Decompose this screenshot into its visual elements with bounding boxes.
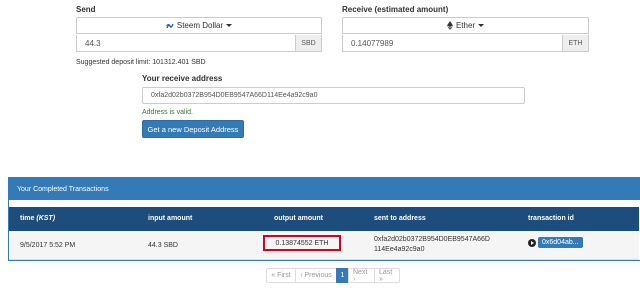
transaction-id-button[interactable]: 0x6d04ab... — [528, 237, 583, 248]
send-currency-name: Steem Dollar — [176, 21, 224, 30]
send-currency-dropdown[interactable]: Steem Dollar — [76, 17, 322, 34]
receive-currency-dropdown[interactable]: Ether — [342, 17, 589, 34]
steem-icon — [166, 22, 174, 30]
receive-address-label: Your receive address — [142, 74, 223, 83]
column-header-input: input amount — [148, 215, 193, 222]
pagination-last[interactable]: Last » — [374, 268, 400, 283]
panel-title: Your Completed Transactions — [9, 178, 640, 200]
pagination-next[interactable]: Next › — [348, 268, 375, 283]
column-header-output: output amount — [274, 215, 323, 222]
pagination-previous[interactable]: ‹ Previous — [295, 268, 337, 283]
column-header-address: sent to address — [374, 215, 426, 222]
chevron-down-icon — [226, 24, 233, 27]
play-circle-icon — [528, 238, 536, 247]
chevron-down-icon — [478, 24, 485, 27]
address-valid-text: Address is valid. — [142, 109, 193, 116]
pagination-first[interactable]: « First — [266, 268, 296, 283]
send-label: Send — [76, 5, 96, 14]
row-output-amount: 0.13874552 ETH — [263, 235, 341, 251]
new-deposit-address-button[interactable]: Get a new Deposit Address — [142, 120, 244, 138]
row-address-line2: 114Ee4a92c9a0 — [374, 246, 425, 253]
column-header-txid: transaction id — [528, 215, 574, 222]
transaction-id-link[interactable]: 0x6d04ab... — [538, 237, 583, 248]
receive-amount-input[interactable]: 0.14077989 — [343, 35, 562, 51]
send-unit-addon: SBD — [295, 35, 321, 51]
row-address-line1: 0xfa2d02b0372B954D0EB9547A66D — [374, 236, 490, 243]
receive-amount-group: 0.14077989 ETH — [342, 35, 589, 52]
ether-icon — [446, 21, 453, 30]
table-header: time (KST) input amount output amount se… — [9, 207, 639, 231]
receive-address-input[interactable]: 0xfa2d02b0372B954D0EB9547A66D114Ee4a92c9… — [142, 87, 525, 104]
transactions-table: time (KST) input amount output amount se… — [9, 207, 639, 260]
column-header-time: time (KST) — [20, 215, 56, 222]
receive-currency-name: Ether — [455, 21, 476, 30]
send-amount-input[interactable]: 44.3 — [77, 35, 295, 51]
deposit-limit-text: Suggested deposit limit: 101312.401 SBD — [76, 59, 206, 66]
receive-unit-addon: ETH — [562, 35, 588, 51]
row-input-amount: 44.3 SBD — [148, 242, 178, 249]
receive-label: Receive (estimated amount) — [342, 5, 449, 14]
send-amount-group: 44.3 SBD — [76, 35, 322, 52]
pagination: « First ‹ Previous 1 Next › Last » — [266, 268, 400, 283]
row-time: 9/5/2017 5:52 PM — [20, 242, 76, 249]
